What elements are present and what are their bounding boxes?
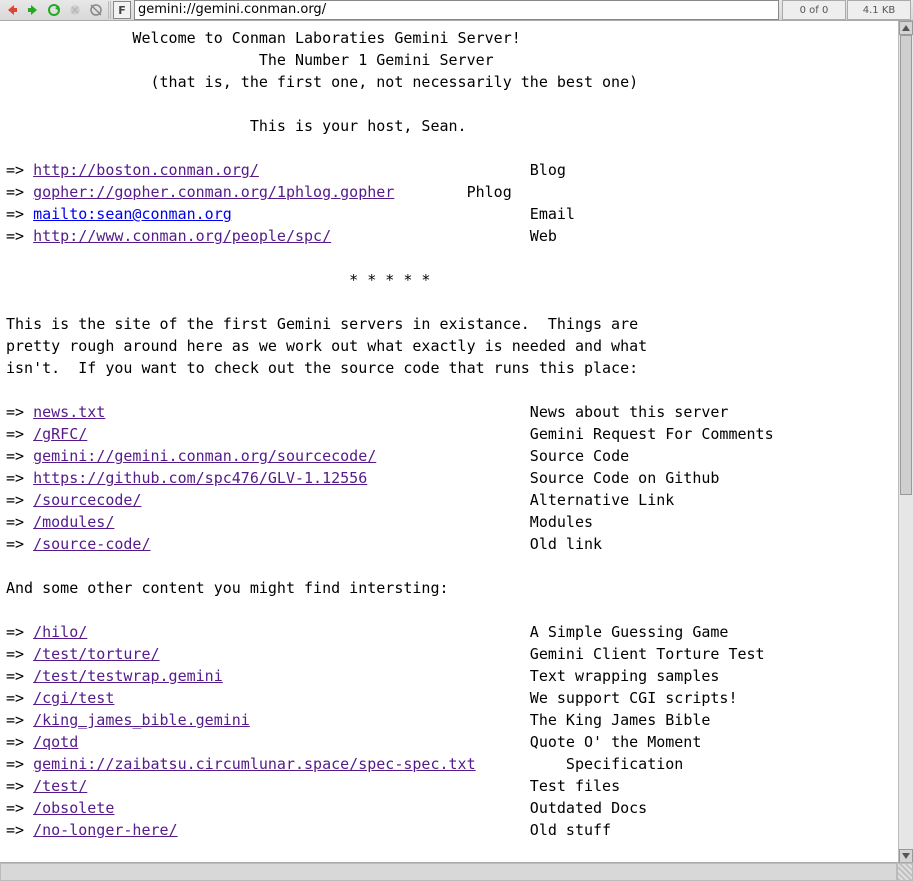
link[interactable]: http://boston.conman.org/ xyxy=(33,161,259,179)
link[interactable]: /no-longer-here/ xyxy=(33,821,178,839)
back-button[interactable] xyxy=(2,0,22,20)
page-counter: 0 of 0 xyxy=(782,0,846,20)
link[interactable]: /gRFC/ xyxy=(33,425,87,443)
stop-button[interactable] xyxy=(65,0,85,20)
protocol-tag[interactable]: F xyxy=(113,1,131,19)
link[interactable]: http://www.conman.org/people/spc/ xyxy=(33,227,331,245)
forward-button[interactable] xyxy=(23,0,43,20)
page-content: Welcome to Conman Laboraties Gemini Serv… xyxy=(0,21,898,863)
link[interactable]: /test/ xyxy=(33,777,87,795)
link[interactable]: gemini://zaibatsu.circumlunar.space/spec… xyxy=(33,755,476,773)
status-bar xyxy=(0,862,913,881)
scroll-up-button[interactable] xyxy=(899,21,913,35)
scroll-thumb[interactable] xyxy=(900,35,912,495)
link[interactable]: /cgi/test xyxy=(33,689,114,707)
link[interactable]: /modules/ xyxy=(33,513,114,531)
separator xyxy=(108,1,111,19)
link[interactable]: https://github.com/spc476/GLV-1.12556 xyxy=(33,469,367,487)
link[interactable]: /sourcecode/ xyxy=(33,491,141,509)
toolbar: F 0 of 0 4.1 KB xyxy=(0,0,913,21)
url-input[interactable] xyxy=(134,0,779,20)
link[interactable]: /obsolete xyxy=(33,799,114,817)
link[interactable]: /test/torture/ xyxy=(33,645,159,663)
vertical-scrollbar[interactable] xyxy=(898,21,913,863)
link[interactable]: mailto:sean@conman.org xyxy=(33,205,232,223)
link[interactable]: /test/testwrap.gemini xyxy=(33,667,223,685)
link[interactable]: /king_james_bible.gemini xyxy=(33,711,250,729)
home-button[interactable] xyxy=(86,0,106,20)
scroll-down-button[interactable] xyxy=(899,849,913,863)
link[interactable]: /qotd xyxy=(33,733,78,751)
link[interactable]: news.txt xyxy=(33,403,105,421)
link[interactable]: gemini://gemini.conman.org/sourcecode/ xyxy=(33,447,376,465)
resize-grip[interactable] xyxy=(897,863,913,881)
page-size: 4.1 KB xyxy=(847,0,911,20)
link[interactable]: /hilo/ xyxy=(33,623,87,641)
reload-button[interactable] xyxy=(44,0,64,20)
link[interactable]: /source-code/ xyxy=(33,535,150,553)
scroll-track[interactable] xyxy=(899,35,913,849)
status-text xyxy=(0,863,897,881)
link[interactable]: gopher://gopher.conman.org/1phlog.gopher xyxy=(33,183,394,201)
